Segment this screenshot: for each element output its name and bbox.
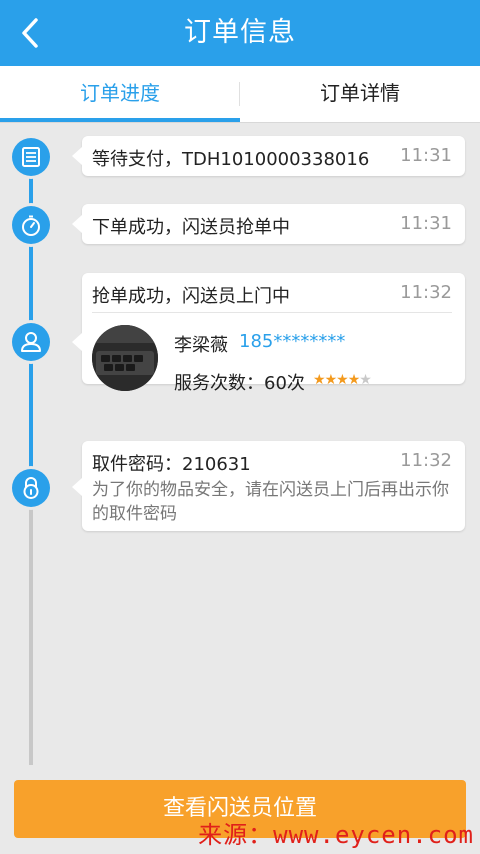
timeline-node-stopwatch (12, 206, 50, 244)
courier-avatar (92, 325, 158, 391)
star-empty-icon: ★ (359, 372, 372, 388)
service-count-value: 60次 (264, 373, 305, 394)
star-filled-icon: ★ (313, 372, 326, 388)
service-count-label: 服务次数： (174, 373, 264, 394)
tab-label: 订单详情 (320, 81, 400, 105)
stopwatch-icon (22, 215, 40, 236)
top-bar: 订单信息 (0, 0, 480, 66)
page-title: 订单信息 (184, 17, 296, 48)
tab-label: 订单进度 (80, 81, 160, 105)
timeline-time: 11:32 (400, 282, 452, 303)
timeline-text: 抢单成功，闪送员上门中 (92, 286, 290, 307)
rating-stars: ★★★★★ (313, 372, 372, 388)
timeline-card-order-placed: 下单成功，闪送员抢单中 11:31 (72, 204, 465, 244)
courier-name: 李梁薇 (174, 335, 228, 356)
document-icon (22, 147, 40, 167)
courier-phone-link[interactable]: 185******** (239, 331, 345, 352)
timeline-text: 下单成功，闪送员抢单中 (92, 217, 290, 238)
tab-order-progress[interactable]: 订单进度 (0, 66, 240, 122)
star-filled-icon: ★ (347, 372, 361, 388)
timeline-line-active (29, 150, 33, 490)
service-count: 服务次数：60次 (174, 369, 305, 395)
card-divider (92, 312, 452, 313)
tab-bar: 订单进度 订单详情 (0, 66, 480, 123)
active-tab-indicator (0, 118, 240, 122)
watermark: 来源：www.eycen.com (198, 821, 474, 849)
timeline-node-user (12, 323, 50, 361)
timeline-time: 11:32 (400, 450, 452, 471)
timeline-line-inactive (29, 490, 33, 765)
star-filled-icon: ★ (324, 372, 338, 388)
user-icon (21, 332, 41, 352)
timeline-card-courier-assigned: 抢单成功，闪送员上门中 11:32 李梁薇 185******** 服务次数：6… (72, 273, 465, 394)
timeline-card-pickup-code: 取件密码：210631 11:32 为了你的物品安全，请在闪送员上门后再出示你的… (72, 441, 465, 531)
timeline-card-waiting-payment: 等待支付，TDH1010000338016 11:31 (72, 136, 465, 176)
tab-order-details[interactable]: 订单详情 (240, 66, 480, 122)
timeline-text: 等待支付，TDH1010000338016 (92, 149, 370, 170)
timeline-text: 取件密码：210631 (92, 454, 251, 475)
avatar-image (92, 325, 158, 391)
star-filled-icon: ★ (336, 372, 349, 388)
lock-icon (23, 477, 39, 499)
timeline-node-document (12, 138, 50, 176)
timeline-node-lock (12, 469, 50, 507)
timeline-time: 11:31 (400, 145, 452, 166)
pickup-code-note: 为了你的物品安全，请在闪送员上门后再出示你的取件密码 (92, 480, 449, 524)
timeline-time: 11:31 (400, 213, 452, 234)
